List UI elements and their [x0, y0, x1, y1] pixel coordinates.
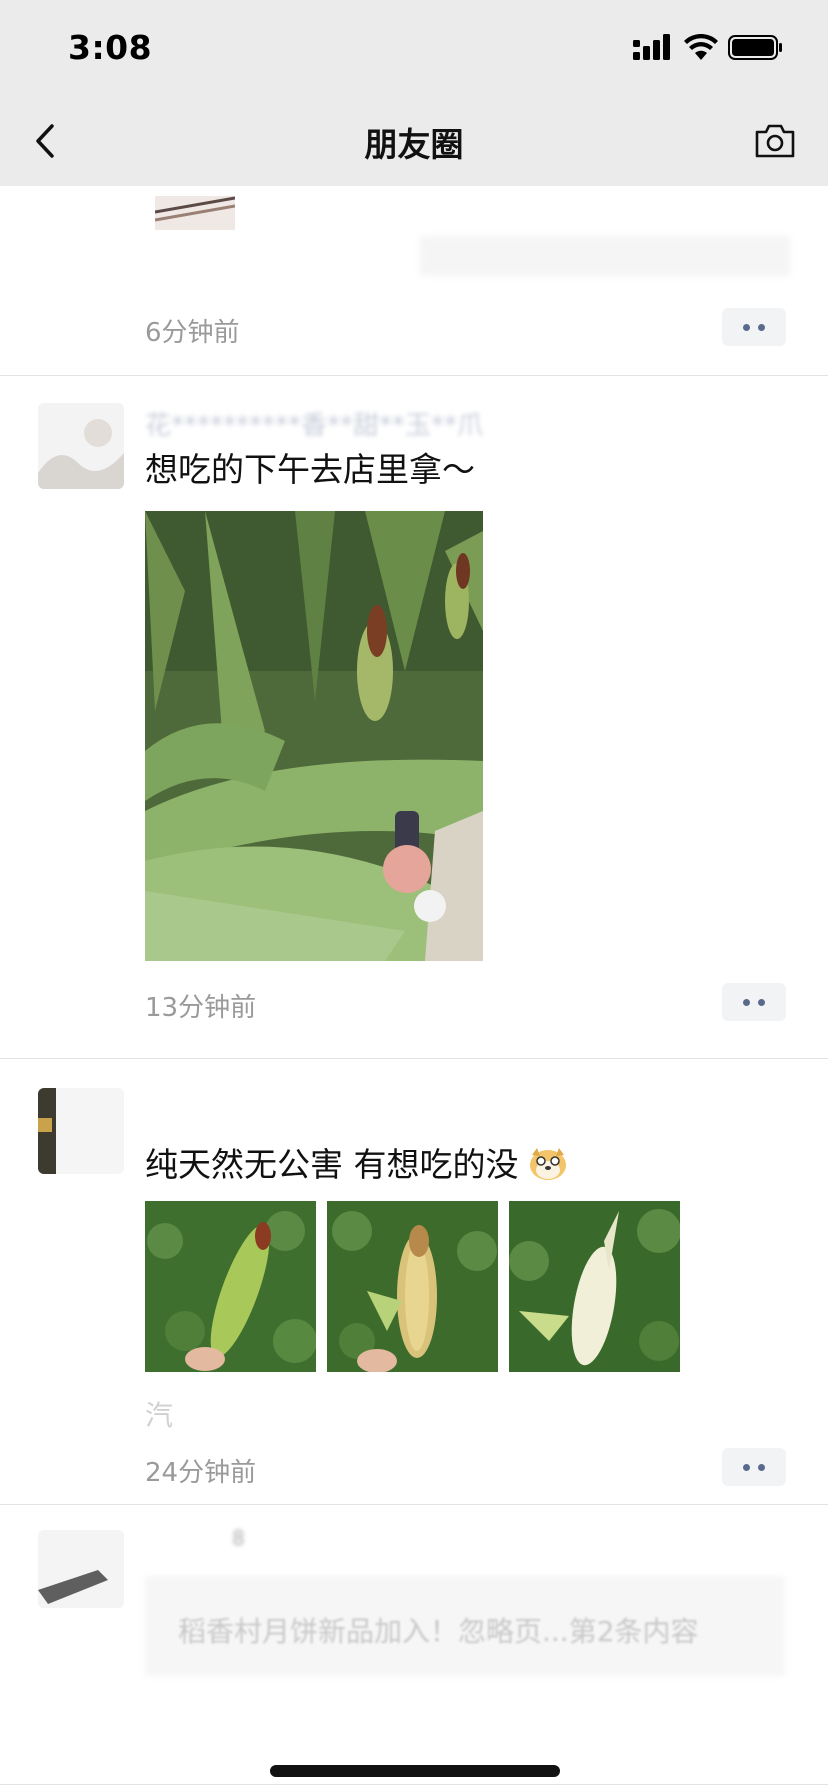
moment-post: 8 稻香村月饼新品加入！忽略页...第2条内容 [0, 1504, 828, 1785]
wifi-icon [684, 34, 718, 60]
corn-photo-1 [145, 1201, 316, 1372]
moment-post: 花**********香**甜**玉**爪 想吃的下午去店里拿～ 13分钟前 [0, 375, 828, 1059]
corn-field-image [145, 511, 483, 961]
more-button[interactable] [722, 1448, 786, 1486]
more-icon [743, 323, 750, 331]
status-bar: 3:08 [0, 0, 828, 96]
post-time: 6分钟前 [145, 318, 240, 348]
page-title: 朋友圈 [364, 125, 464, 164]
more-icon [758, 323, 765, 331]
camera-icon[interactable] [754, 122, 796, 160]
signal-icon [633, 34, 670, 60]
home-indicator [270, 1765, 560, 1777]
status-icons [633, 34, 782, 60]
more-icon [743, 1463, 750, 1471]
post-thumbnail[interactable] [155, 196, 235, 230]
battery-icon [728, 35, 782, 60]
more-icon [743, 998, 750, 1006]
moment-post: 6分钟前 [0, 186, 828, 376]
more-icon [758, 1463, 765, 1471]
post-photo-corn-2[interactable] [327, 1201, 498, 1372]
username[interactable]: 花**********香**甜**玉**爪 [145, 405, 483, 439]
post-extra-text: 汽 [145, 1399, 174, 1432]
status-time: 3:08 [68, 28, 153, 67]
post-photo-corn-1[interactable] [145, 1201, 316, 1372]
post-time: 13分钟前 [145, 993, 257, 1023]
post-text-content: 纯天然无公害 有想吃的没 [145, 1145, 519, 1184]
avatar-image [38, 403, 124, 489]
corn-photo-2 [327, 1201, 498, 1372]
nav-bar: 朋友圈 [0, 96, 828, 186]
avatar[interactable] [38, 1088, 124, 1174]
more-icon [758, 998, 765, 1006]
avatar-image [38, 1088, 124, 1174]
post-time: 24分钟前 [145, 1458, 257, 1488]
more-button[interactable] [722, 308, 786, 346]
moment-post: 纯天然无公害 有想吃的没 汽 24分钟前 [0, 1058, 828, 1505]
blurred-link-card [420, 236, 790, 276]
thumbnail-image [155, 196, 235, 230]
avatar[interactable] [38, 1530, 124, 1608]
corn-photo-3 [509, 1201, 680, 1372]
more-button[interactable] [722, 983, 786, 1021]
post-photo-corn-3[interactable] [509, 1201, 680, 1372]
dog-emoji-icon [530, 1148, 566, 1180]
avatar-image [38, 1530, 124, 1608]
avatar[interactable] [38, 403, 124, 489]
post-text: 想吃的下午去店里拿～ [145, 450, 475, 489]
post-text: 纯天然无公害 有想吃的没 [145, 1138, 567, 1186]
link-card-title[interactable]: 稻香村月饼新品加入！忽略页...第2条内容 [178, 1610, 699, 1650]
post-photo-corn-field[interactable] [145, 511, 483, 961]
username[interactable]: 8 [232, 1526, 245, 1560]
